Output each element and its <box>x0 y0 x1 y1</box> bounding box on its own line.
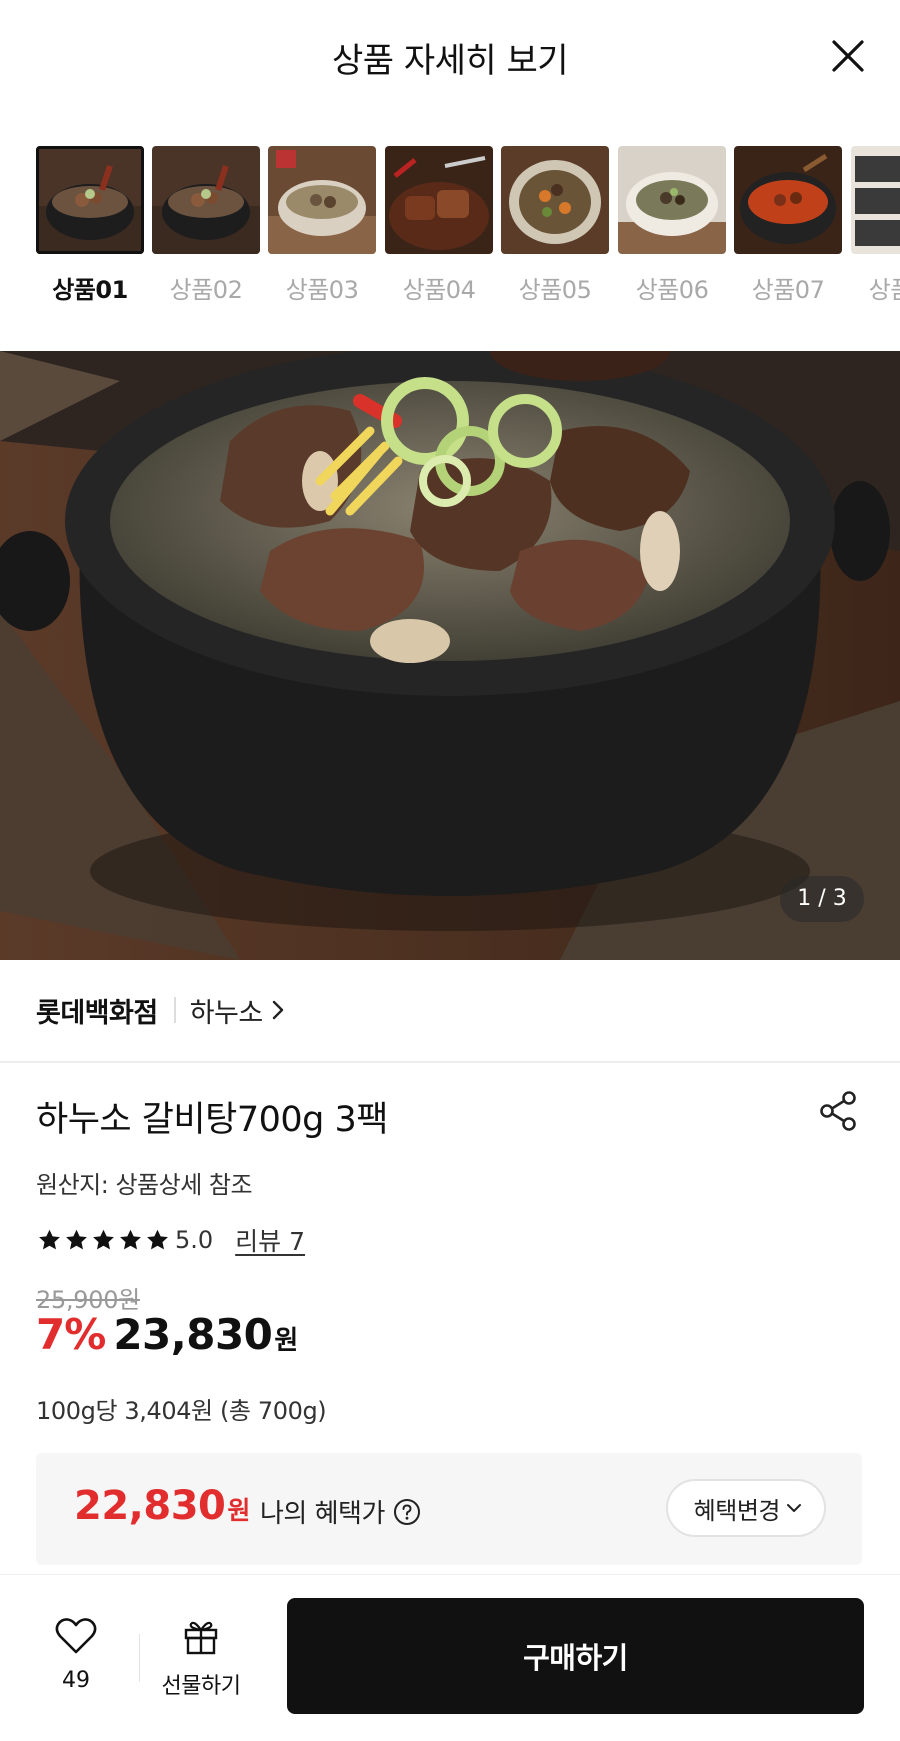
thumbnail-image <box>268 146 376 254</box>
benefit-price-value: 22,830 <box>74 1483 226 1529</box>
star-icon <box>66 1229 87 1250</box>
thumbnail-label: 상품07 <box>751 276 825 304</box>
benefit-box: 22,830 원 나의 혜택가 혜택변경 <box>36 1453 862 1565</box>
store-divider <box>173 997 176 1023</box>
origin-info: 원산지: 상품상세 참조 <box>36 1171 253 1199</box>
bottom-bar-divider <box>0 1574 900 1575</box>
close-button[interactable] <box>826 34 870 78</box>
thumbnail-image <box>734 146 842 254</box>
product-title: 하누소 갈비탕700g 3팩 <box>36 1100 388 1140</box>
thumbnail-image <box>36 146 144 254</box>
benefit-price-unit: 원 <box>227 1496 251 1525</box>
thumbnail-label: 상품04 <box>402 276 476 304</box>
thumbnail-item-08[interactable]: 상품08 <box>851 146 900 305</box>
thumbnail-label: 상품08 <box>868 276 900 304</box>
chevron-down-icon <box>787 1504 801 1512</box>
discount-rate: 7% <box>36 1310 106 1359</box>
header: 상품 자세히 보기 <box>0 0 900 115</box>
thumbnail-image <box>152 146 260 254</box>
thumbnail-item-02[interactable]: 상품02 <box>152 146 260 305</box>
thumbnail-image <box>501 146 609 254</box>
store-name: 롯데백화점 <box>36 997 158 1029</box>
thumbnail-image <box>851 146 900 254</box>
star-icon <box>93 1229 114 1250</box>
star-icon <box>120 1229 141 1250</box>
gift-label: 선물하기 <box>161 1674 241 1699</box>
thumbnail-item-06[interactable]: 상품06 <box>618 146 726 305</box>
bottom-bar-separator <box>139 1634 140 1682</box>
star-icon <box>147 1229 168 1250</box>
section-divider <box>0 1061 900 1063</box>
page-title: 상품 자세히 보기 <box>331 41 569 81</box>
product-hero-image[interactable]: 1 / 3 <box>0 351 900 960</box>
rating-score: 5.0 <box>175 1226 214 1254</box>
brand-link[interactable]: 하누소 <box>190 991 285 1030</box>
thumbnail-item-07[interactable]: 상품07 <box>734 146 842 305</box>
review-link[interactable]: 리뷰 7 <box>235 1222 305 1258</box>
thumbnail-image <box>385 146 493 254</box>
benefit-change-button[interactable]: 혜택변경 <box>665 1479 826 1537</box>
buy-button[interactable]: 구매하기 <box>287 1598 864 1714</box>
thumbnail-label: 상품01 <box>52 276 128 304</box>
question-icon[interactable] <box>393 1498 421 1526</box>
thumbnail-image <box>618 146 726 254</box>
thumbnail-item-04[interactable]: 상품04 <box>385 146 493 305</box>
benefit-price: 22,830 원 <box>74 1483 250 1529</box>
unit-price: 100g당 3,404원 (총 700g) <box>36 1397 327 1425</box>
star-rating <box>36 1227 171 1253</box>
thumbnail-label: 상품06 <box>635 276 709 304</box>
thumbnail-label: 상품05 <box>518 276 592 304</box>
benefit-label: 나의 혜택가 <box>260 1499 385 1529</box>
image-pager: 1 / 3 <box>780 876 864 922</box>
share-button[interactable] <box>816 1089 860 1133</box>
like-count: 49 <box>62 1668 90 1693</box>
gift-icon <box>184 1621 218 1655</box>
galbitang-photo <box>0 351 900 960</box>
thumbnail-item-03[interactable]: 상품03 <box>268 146 376 305</box>
thumbnail-item-01[interactable]: 상품01 <box>36 146 144 305</box>
chevron-right-icon <box>272 1000 283 1020</box>
thumbnail-label: 상품03 <box>285 276 359 304</box>
benefit-label-row: 나의 혜택가 <box>260 1493 421 1530</box>
benefit-change-label: 혜택변경 <box>693 1496 781 1525</box>
star-icon <box>39 1229 60 1250</box>
gift-button[interactable]: 선물하기 <box>150 1616 252 1706</box>
sale-price-unit: 원 <box>274 1326 299 1356</box>
thumbnail-item-05[interactable]: 상품05 <box>501 146 609 305</box>
rating-row: 5.0 리뷰 7 <box>36 1222 305 1258</box>
heart-icon <box>55 1618 97 1654</box>
sale-price: 23,830 <box>113 1310 273 1359</box>
store-row: 롯데백화점 하누소 <box>36 990 285 1030</box>
thumbnail-label: 상품02 <box>169 276 243 304</box>
thumbnail-strip: 상품01 상품02 상품03 상품04 상품05 상품06 상품07 상 <box>0 146 900 306</box>
like-button[interactable]: 49 <box>36 1616 116 1706</box>
share-icon <box>820 1091 856 1131</box>
price-row: 7% 23,830 원 <box>36 1310 298 1359</box>
close-icon <box>832 40 864 72</box>
brand-name: 하누소 <box>189 997 264 1029</box>
